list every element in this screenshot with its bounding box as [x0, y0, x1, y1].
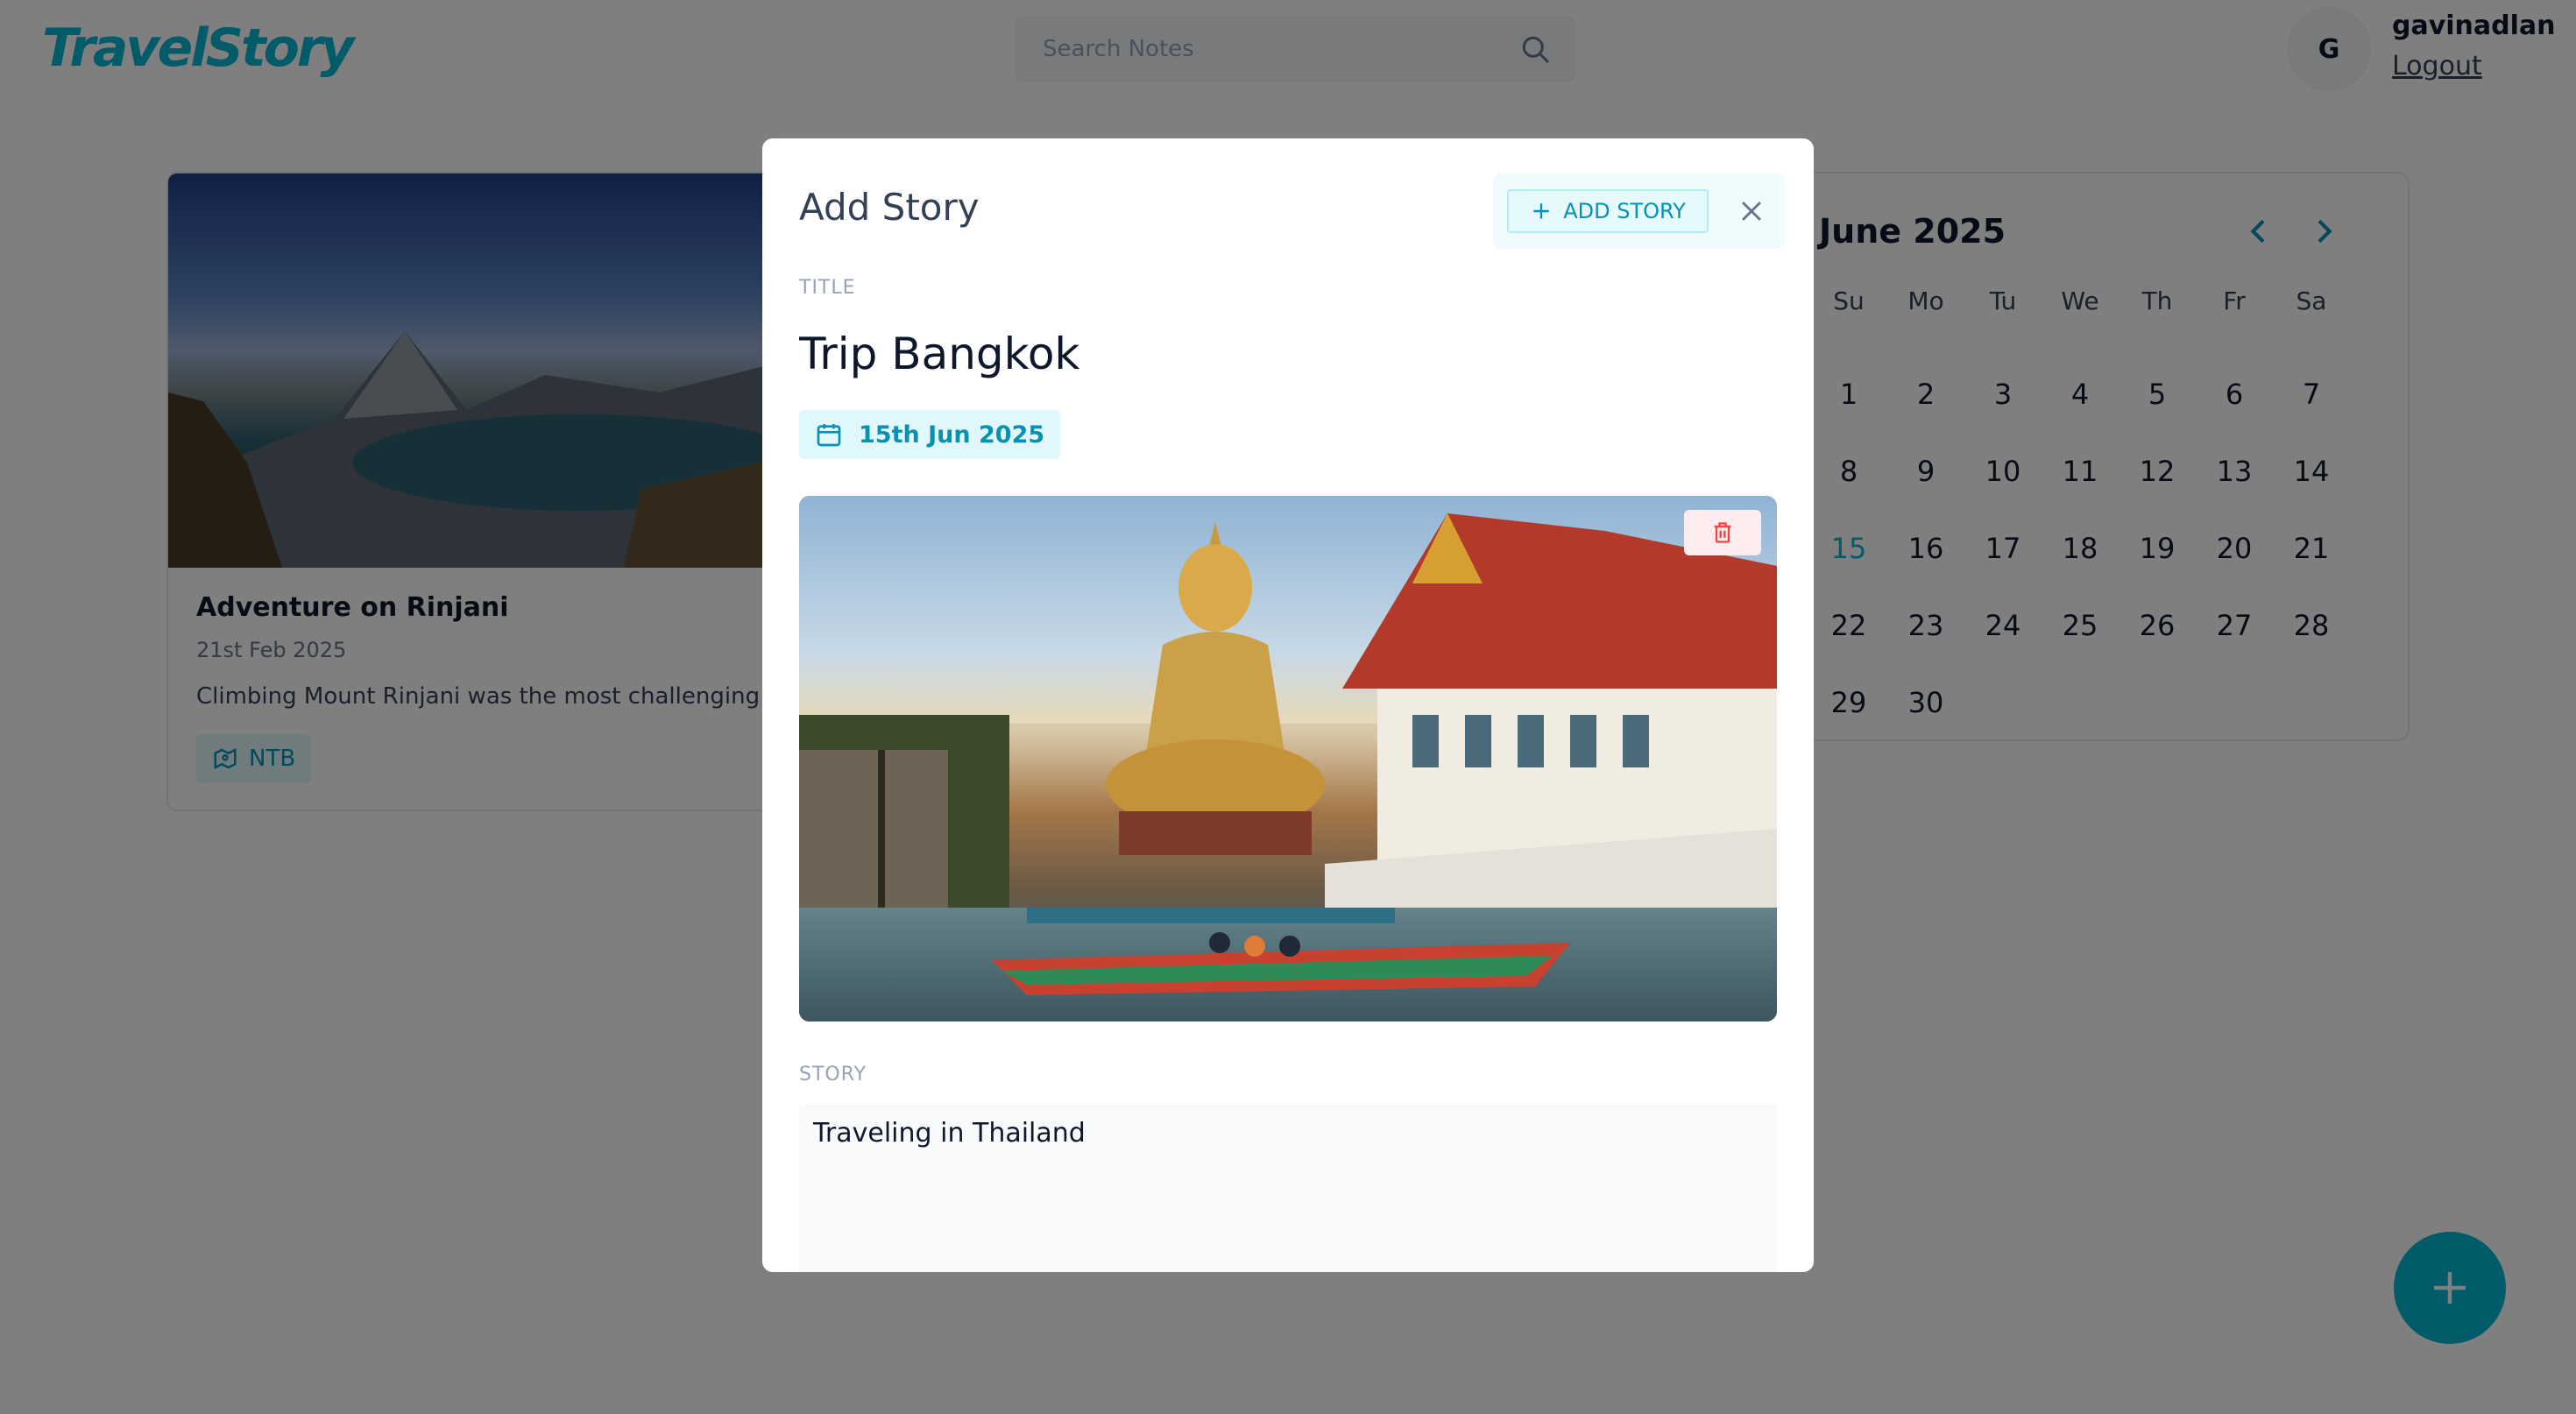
title-label: TITLE	[799, 277, 856, 299]
modal-title: Add Story	[799, 186, 980, 229]
story-photo	[799, 496, 1777, 1022]
photo-boat	[992, 908, 1570, 995]
delete-image-button[interactable]	[1684, 510, 1761, 555]
story-textarea[interactable]	[799, 1104, 1777, 1272]
title-input[interactable]	[799, 319, 1763, 389]
search-input[interactable]	[1043, 16, 1516, 82]
logout-link[interactable]: Logout	[2392, 51, 2482, 81]
search-icon[interactable]	[1519, 33, 1551, 65]
close-icon	[1742, 201, 1761, 221]
search-bar	[1015, 16, 1575, 82]
plus-icon	[1533, 203, 1549, 219]
app-logo[interactable]: TravelStory	[42, 18, 355, 79]
username: gavinadlan	[2392, 11, 2556, 41]
navbar: TravelStory G gavinadlan Logout	[0, 0, 2576, 102]
add-story-button-label: ADD STORY	[1563, 199, 1686, 223]
story-label: STORY	[799, 1064, 867, 1085]
trash-icon	[1714, 522, 1731, 543]
calendar-icon	[817, 424, 841, 447]
photo-temple	[1325, 513, 1777, 925]
avatar: G	[2287, 7, 2371, 91]
date-picker-button[interactable]: 15th Jun 2025	[799, 410, 1061, 459]
add-story-modal: Add Story ADD STORY TITLE 15th Jun 2025	[762, 138, 1814, 1272]
photo-buddha	[1106, 522, 1325, 855]
close-button[interactable]	[1730, 189, 1773, 233]
add-story-button[interactable]: ADD STORY	[1507, 189, 1709, 233]
date-label: 15th Jun 2025	[859, 421, 1045, 449]
modal-actions: ADD STORY	[1493, 173, 1784, 249]
